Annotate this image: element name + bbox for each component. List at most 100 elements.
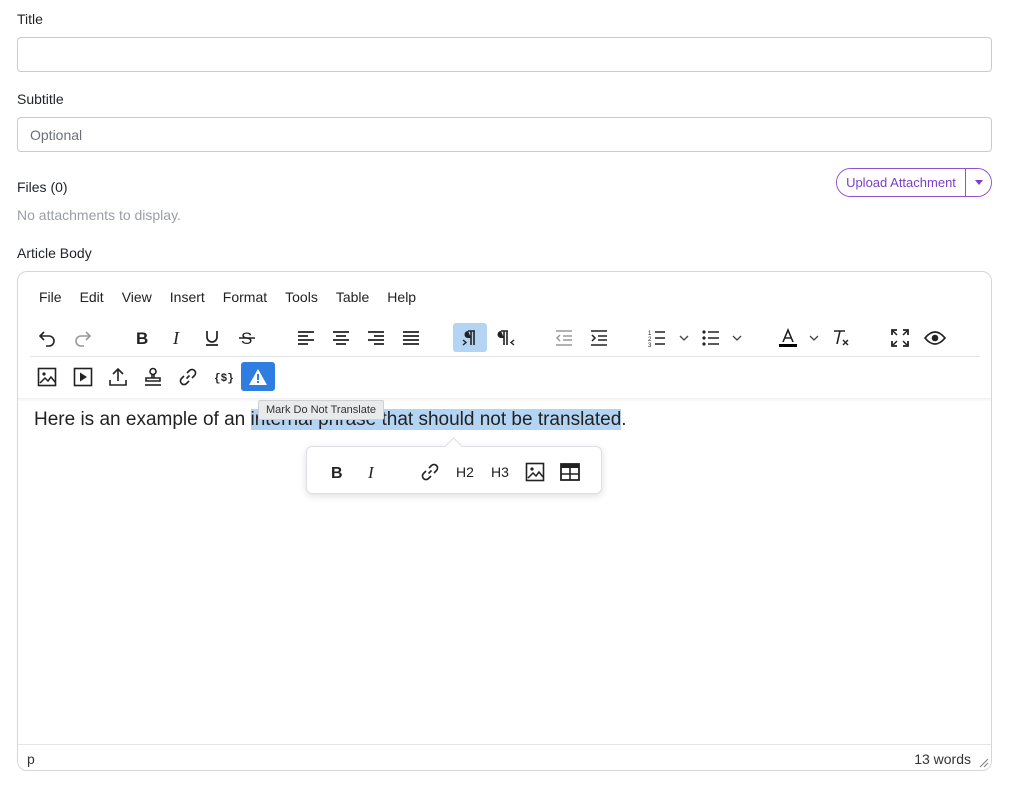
- align-center-button[interactable]: [324, 323, 358, 352]
- svg-text:{$}: {$}: [214, 373, 233, 385]
- fullscreen-button[interactable]: [883, 323, 917, 352]
- bullet-list-button[interactable]: [694, 323, 728, 352]
- align-justify-button[interactable]: [394, 323, 428, 352]
- resize-handle-icon[interactable]: [979, 758, 989, 768]
- upload-attachment-group: Upload Attachment: [836, 168, 992, 197]
- code-variable-button[interactable]: {$}: [206, 362, 240, 391]
- italic-icon: I: [367, 463, 375, 481]
- image-icon: [37, 367, 57, 386]
- warning-icon: [249, 368, 267, 385]
- editor-menubar: File Edit View Insert Format Tools Table…: [30, 289, 425, 305]
- menu-format[interactable]: Format: [214, 289, 276, 305]
- title-input[interactable]: [17, 37, 992, 72]
- outdent-icon: [555, 329, 572, 346]
- strikethrough-icon: S: [239, 329, 255, 348]
- subtitle-input[interactable]: [17, 117, 992, 152]
- upload-button[interactable]: [101, 362, 135, 391]
- ltr-button[interactable]: [453, 323, 487, 352]
- menu-view[interactable]: View: [113, 289, 161, 305]
- clear-formatting-icon: [834, 329, 849, 345]
- rtl-button[interactable]: [489, 323, 523, 352]
- svg-text:I: I: [367, 463, 375, 481]
- outdent-button[interactable]: [547, 323, 581, 352]
- numbered-list-dropdown[interactable]: [677, 323, 691, 352]
- table-icon: [560, 462, 580, 481]
- article-body-label: Article Body: [17, 245, 92, 261]
- menu-tools[interactable]: Tools: [276, 289, 327, 305]
- align-left-icon: [298, 330, 314, 345]
- upload-attachment-button[interactable]: Upload Attachment: [837, 169, 965, 196]
- menu-table[interactable]: Table: [327, 289, 378, 305]
- strikethrough-button[interactable]: S: [230, 323, 264, 352]
- toolbar-divider: [30, 356, 980, 357]
- text-color-dropdown[interactable]: [807, 323, 821, 352]
- indent-button[interactable]: [582, 323, 616, 352]
- svg-text:3: 3: [648, 343, 652, 347]
- media-icon: [73, 367, 93, 386]
- stamp-icon: [145, 367, 161, 386]
- bold-icon: B: [331, 465, 343, 481]
- quick-h2-button[interactable]: H2: [449, 457, 481, 486]
- bullet-list-icon: [702, 329, 719, 346]
- menu-file[interactable]: File: [30, 289, 71, 305]
- menu-edit[interactable]: Edit: [71, 289, 113, 305]
- toolbar-shadow: [18, 398, 991, 402]
- quick-toolbar: B I H2 H3: [306, 446, 602, 494]
- numbered-list-icon: 123: [648, 331, 665, 347]
- upload-icon: [109, 367, 127, 386]
- align-right-button[interactable]: [359, 323, 393, 352]
- redo-button[interactable]: [66, 323, 100, 352]
- quick-link-button[interactable]: [414, 457, 446, 486]
- upload-options-caret[interactable]: [965, 169, 991, 196]
- svg-text:B: B: [331, 465, 343, 481]
- link-button[interactable]: [171, 362, 205, 391]
- preview-icon: [924, 330, 946, 345]
- title-label: Title: [17, 11, 43, 27]
- clear-formatting-button[interactable]: [824, 323, 858, 352]
- word-count[interactable]: 13 words: [914, 751, 971, 767]
- redo-icon: [75, 330, 92, 347]
- bullet-list-dropdown[interactable]: [730, 323, 744, 352]
- fullscreen-icon: [891, 328, 909, 347]
- element-path[interactable]: p: [27, 751, 35, 767]
- indent-icon: [591, 329, 607, 346]
- insert-media-button[interactable]: [66, 362, 100, 391]
- numbered-list-button[interactable]: 123: [640, 323, 674, 352]
- underline-button[interactable]: [195, 323, 229, 352]
- text-color-icon: [779, 327, 797, 347]
- quick-bold-button[interactable]: B: [321, 457, 353, 486]
- chevron-down-icon: [809, 335, 819, 341]
- undo-button[interactable]: [30, 323, 64, 352]
- code-variable-icon: {$}: [214, 373, 233, 385]
- files-label: Files (0): [17, 179, 68, 195]
- undo-icon: [38, 330, 55, 347]
- preview-button[interactable]: [918, 323, 952, 352]
- quick-image-button[interactable]: [519, 457, 551, 486]
- italic-button[interactable]: I: [160, 323, 194, 352]
- bold-button[interactable]: B: [125, 323, 159, 352]
- editor-statusbar: p 13 words: [18, 744, 991, 770]
- tooltip: Mark Do Not Translate: [258, 400, 385, 420]
- align-justify-icon: [403, 330, 419, 345]
- quick-table-button[interactable]: [554, 457, 586, 486]
- quick-italic-button[interactable]: I: [356, 457, 388, 486]
- rtl-icon: [497, 329, 515, 346]
- chevron-down-icon: [679, 335, 689, 341]
- insert-image-button[interactable]: [30, 362, 64, 391]
- content-text-end: .: [621, 409, 627, 430]
- text-color-button[interactable]: [771, 323, 805, 352]
- menu-insert[interactable]: Insert: [161, 289, 214, 305]
- stamp-button[interactable]: [136, 362, 170, 391]
- align-left-button[interactable]: [289, 323, 323, 352]
- quick-h3-button[interactable]: H3: [484, 457, 516, 486]
- italic-icon: I: [172, 328, 180, 348]
- bold-icon: B: [136, 329, 148, 348]
- underline-icon: [206, 330, 218, 346]
- link-icon: [179, 368, 197, 385]
- svg-text:I: I: [172, 328, 180, 348]
- svg-text:B: B: [136, 329, 148, 348]
- align-center-icon: [333, 330, 349, 345]
- mark-do-not-translate-button[interactable]: [241, 362, 275, 391]
- menu-help[interactable]: Help: [378, 289, 425, 305]
- rich-text-editor: File Edit View Insert Format Tools Table…: [17, 271, 992, 771]
